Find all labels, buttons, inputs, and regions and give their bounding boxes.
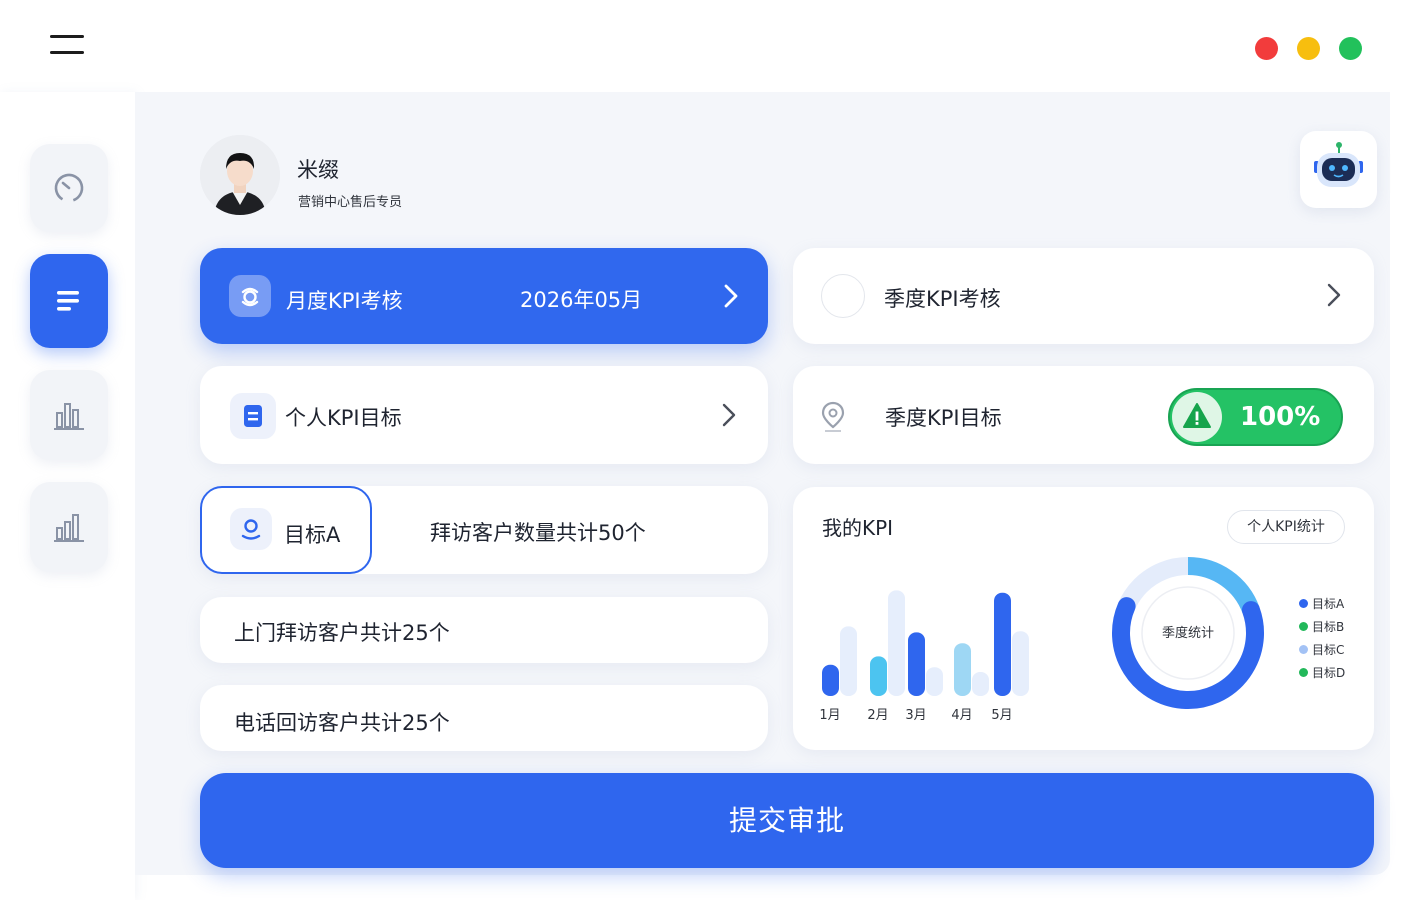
kpi-bar-2[interactable] <box>870 656 887 696</box>
target-a-description: 拜访客户数量共计50个 <box>430 521 646 545</box>
kpi-bar-1[interactable] <box>822 664 839 696</box>
sidebar-item-dashboard[interactable] <box>30 144 108 232</box>
donut-center-label: 季度统计 <box>1161 626 1214 641</box>
monthly-kpi-icon <box>229 275 271 317</box>
bar-chart-icon <box>54 403 84 430</box>
kpi-bar-bg-4 <box>972 672 989 696</box>
legend-item-1: 目标A <box>1299 595 1344 612</box>
window-minimize-button[interactable] <box>1297 37 1320 60</box>
target-icon <box>230 508 272 550</box>
sidebar <box>0 92 135 900</box>
chevron-right-icon <box>1327 283 1341 307</box>
sidebar-item-bar-chart[interactable] <box>30 370 108 460</box>
kpi-bar-label-2: 2月 <box>867 708 889 723</box>
window-close-button[interactable] <box>1255 37 1278 60</box>
window-maximize-button[interactable] <box>1339 37 1362 60</box>
legend-label: 目标A <box>1312 597 1345 611</box>
personal-kpi-target-card[interactable]: 个人KPI目标 <box>200 366 768 464</box>
legend-label: 目标C <box>1312 643 1345 657</box>
target-line-3: 电话回访客户共计25个 <box>200 685 768 751</box>
legend-label: 目标D <box>1312 666 1346 680</box>
location-pin-icon <box>821 401 845 432</box>
monthly-kpi-card[interactable]: 月度KPI考核 2026年05月 <box>200 248 768 344</box>
kpi-bar-label-3: 3月 <box>905 708 927 723</box>
quarterly-kpi-target-label: 季度KPI目标 <box>885 406 1002 430</box>
target-line-2-text: 上门拜访客户共计25个 <box>234 621 450 645</box>
speedometer-icon <box>54 173 84 203</box>
kpi-bar-label-1: 1月 <box>819 708 841 723</box>
target-line-3-text: 电话回访客户共计25个 <box>234 711 450 735</box>
quarterly-completion-percent: 100% <box>1240 402 1321 432</box>
legend-item-4: 目标D <box>1299 664 1345 681</box>
legend-dot <box>1299 645 1308 654</box>
kpi-bar-bg-3 <box>926 667 943 696</box>
legend-dot <box>1299 599 1308 608</box>
target-a-label: 目标A <box>284 523 341 547</box>
ai-assistant-button[interactable] <box>1300 131 1377 208</box>
kpi-bar-bg-1 <box>840 626 857 696</box>
legend-dot <box>1299 668 1308 677</box>
monthly-kpi-date: 2026年05月 <box>520 288 643 312</box>
user-role: 营销中心售后专员 <box>298 195 403 210</box>
legend-label: 目标B <box>1312 620 1345 634</box>
kpi-bar-bg-2 <box>888 590 905 696</box>
sidebar-item-analytics[interactable] <box>30 482 108 572</box>
quarterly-completion-badge: 100% <box>1168 388 1343 446</box>
my-kpi-title: 我的KPI <box>822 516 894 540</box>
user-portrait-icon <box>200 135 280 215</box>
avatar[interactable] <box>200 135 280 215</box>
analytics-chart-icon <box>54 514 84 542</box>
kpi-bar-3[interactable] <box>908 632 925 696</box>
legend-item-2: 目标B <box>1299 618 1344 635</box>
sidebar-item-list[interactable] <box>30 254 108 348</box>
robot-icon <box>1314 142 1363 187</box>
quarterly-kpi-label: 季度KPI考核 <box>884 287 1001 311</box>
user-name: 米缀 <box>297 158 339 182</box>
kpi-bar-4[interactable] <box>954 643 971 696</box>
personal-kpi-stats-button[interactable]: 个人KPI统计 <box>1227 510 1345 544</box>
legend-dot <box>1299 622 1308 631</box>
title-bar <box>0 0 1420 92</box>
hamburger-menu-icon[interactable] <box>50 35 84 55</box>
personal-kpi-target-label: 个人KPI目标 <box>285 406 402 430</box>
warning-icon <box>1172 392 1222 442</box>
circle-icon <box>821 274 865 318</box>
target-a-tab[interactable]: 目标A <box>200 486 372 574</box>
chevron-right-icon <box>722 403 736 427</box>
document-icon <box>230 393 276 439</box>
list-icon <box>57 291 79 311</box>
legend-item-3: 目标C <box>1299 641 1344 658</box>
monthly-kpi-label: 月度KPI考核 <box>286 289 403 313</box>
kpi-bar-label-5: 5月 <box>991 708 1013 723</box>
quarterly-kpi-card[interactable]: 季度KPI考核 <box>793 248 1374 344</box>
chevron-right-icon <box>724 284 738 308</box>
submit-approval-button[interactable]: 提交审批 <box>200 773 1374 868</box>
kpi-bar-5[interactable] <box>994 592 1011 696</box>
kpi-bar-bg-5 <box>1012 631 1029 696</box>
target-line-2: 上门拜访客户共计25个 <box>200 597 768 663</box>
kpi-bar-label-4: 4月 <box>951 708 973 723</box>
